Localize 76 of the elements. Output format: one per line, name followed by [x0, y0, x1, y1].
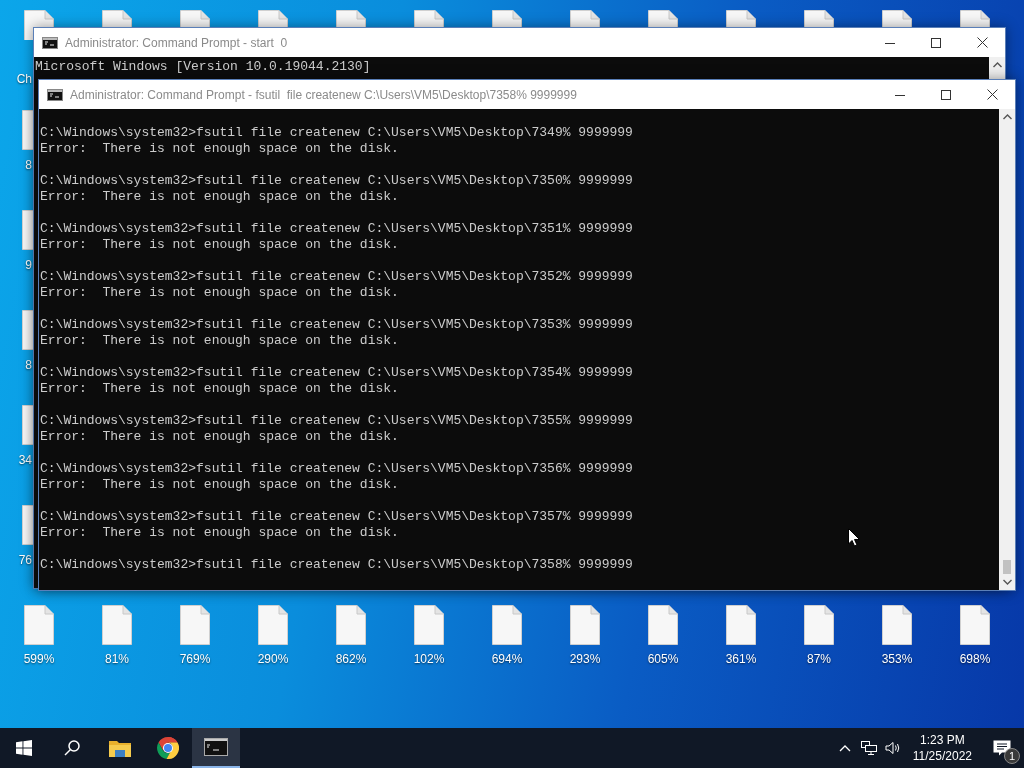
icon-label: 599%: [22, 652, 56, 666]
console-line: C:\Windows\system32>fsutil file createnew C:\Users\VM5\Desktop\7351% 9999999: [40, 221, 633, 237]
maximize-icon: [931, 37, 941, 48]
console-line: Error: There is not enough space on the disk.: [40, 381, 399, 397]
file-icon[interactable]: [960, 10, 990, 27]
icon-label: 361%: [724, 652, 758, 666]
notification-badge: 1: [1004, 748, 1020, 764]
icon-label: 862%: [334, 652, 368, 666]
console-line: Error: There is not enough space on the disk.: [40, 477, 399, 493]
icon-label: 87%: [806, 652, 832, 666]
icon-label: 9: [25, 258, 32, 272]
console-icon: [42, 36, 58, 49]
notification-icon: [993, 740, 1011, 756]
console-line: C:\Windows\system32>fsutil file createnew C:\Users\VM5\Desktop\7349% 9999999: [40, 125, 633, 141]
search-icon: [64, 740, 80, 756]
file-icon[interactable]: [804, 605, 834, 645]
maximize-icon: [941, 89, 951, 100]
console-line: Error: There is not enough space on the disk.: [40, 189, 399, 205]
console-line: C:\Windows\system32>fsutil file createnew C:\Users\VM5\Desktop\7354% 9999999: [40, 365, 633, 381]
folder-icon: [109, 739, 131, 757]
icon-label: 8: [25, 358, 32, 372]
icon-label: 76: [18, 553, 32, 567]
icon-label: 290%: [256, 652, 290, 666]
file-icon[interactable]: [882, 10, 912, 27]
close-icon: [986, 89, 998, 100]
file-icon[interactable]: [648, 10, 678, 27]
file-icon[interactable]: [492, 10, 522, 27]
console-line: Error: There is not enough space on the disk.: [40, 429, 399, 445]
console-line: C:\Windows\system32>fsutil file createnew C:\Users\VM5\Desktop\7353% 9999999: [40, 317, 633, 333]
console-line: C:\Windows\system32>fsutil file createnew C:\Users\VM5\Desktop\7357% 9999999: [40, 509, 633, 525]
file-icon[interactable]: [648, 605, 678, 645]
icon-label: 605%: [646, 652, 680, 666]
console-line: C:\Windows\system32>fsutil file createnew C:\Users\VM5\Desktop\7356% 9999999: [40, 461, 633, 477]
console-line: Microsoft Windows [Version 10.0.19044.2130]: [35, 59, 371, 75]
file-icon[interactable]: [960, 605, 990, 645]
icon-label: 8: [25, 158, 32, 172]
file-icon[interactable]: [882, 605, 912, 645]
clock[interactable]: 1:23 PM 11/25/2022: [904, 732, 980, 764]
icon-label: 769%: [178, 652, 212, 666]
console-line: Error: There is not enough space on the disk.: [40, 237, 399, 253]
console-icon: [47, 88, 63, 101]
console-line: C:\Windows\system32>fsutil file createnew C:\Users\VM5\Desktop\7350% 9999999: [40, 173, 633, 189]
icon-label: 34: [18, 453, 32, 467]
file-icon[interactable]: [414, 10, 444, 27]
window-title: Administrator: Command Prompt - fsutil file createnew C:\Users\VM5\Desktop\7358% 9999999: [70, 87, 578, 102]
file-icon[interactable]: [804, 10, 834, 27]
console-line: Error: There is not enough space on the disk.: [40, 285, 399, 301]
console-icon: [204, 738, 228, 756]
file-icon[interactable]: [726, 10, 756, 27]
windows-logo-icon: [16, 740, 32, 756]
file-icon[interactable]: [492, 605, 522, 645]
cursor-icon: [848, 528, 860, 547]
icon-label: 81%: [104, 652, 130, 666]
file-icon[interactable]: [570, 605, 600, 645]
icon-label: 353%: [880, 652, 914, 666]
notification-button[interactable]: 1: [980, 728, 1024, 768]
icon-label: 698%: [958, 652, 992, 666]
console-line: C:\Windows\system32>fsutil file createnew C:\Users\VM5\Desktop\7358% 9999999: [40, 557, 633, 573]
console-line: Error: There is not enough space on the disk.: [40, 141, 399, 157]
console-line: C:\Windows\system32>fsutil file createnew C:\Users\VM5\Desktop\7355% 9999999: [40, 413, 633, 429]
file-icon[interactable]: [726, 605, 756, 645]
console-line: C:\Windows\system32>fsutil file createnew C:\Users\VM5\Desktop\7352% 9999999: [40, 269, 633, 285]
file-icon[interactable]: [414, 605, 444, 645]
console-line: Error: There is not enough space on the disk.: [40, 525, 399, 541]
taskbar-button[interactable]: [192, 728, 240, 768]
window-title: Administrator: Command Prompt - start 0: [65, 35, 289, 50]
icon-label: 694%: [490, 652, 524, 666]
file-icon[interactable]: [570, 10, 600, 27]
close-icon: [976, 37, 988, 48]
icon-label: 102%: [412, 652, 446, 666]
scrollbar-thumb[interactable]: [1003, 560, 1011, 574]
console-line: Error: There is not enough space on the disk.: [40, 333, 399, 349]
icon-label: Ch: [16, 72, 32, 86]
browser-icon: [157, 737, 179, 759]
icon-label: 293%: [568, 652, 602, 666]
file-icon[interactable]: [336, 605, 366, 645]
